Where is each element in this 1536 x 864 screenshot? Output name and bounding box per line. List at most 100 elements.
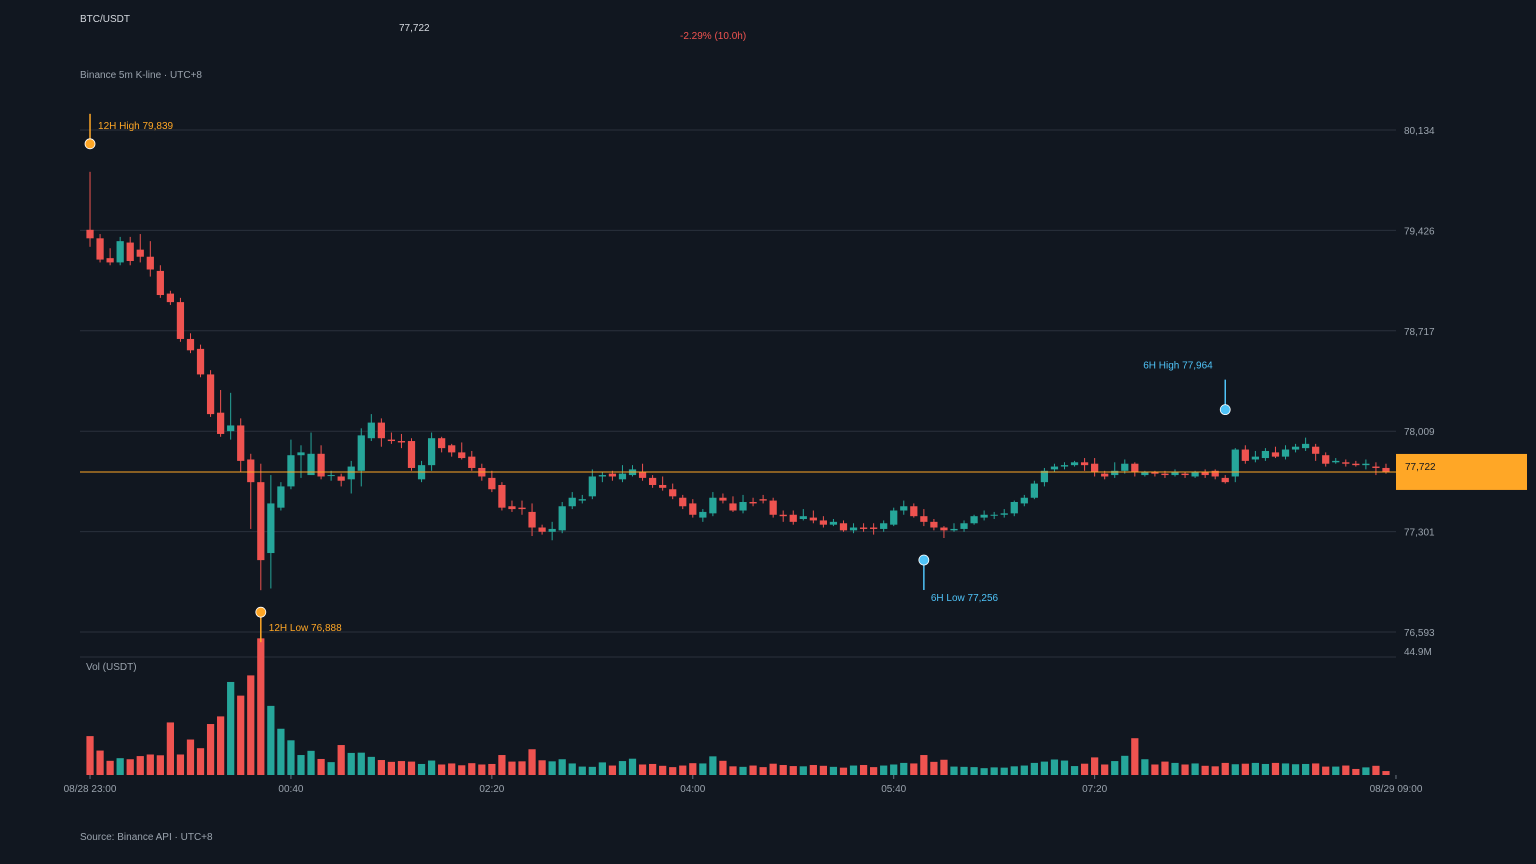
volume-bar bbox=[1080, 763, 1089, 775]
candle-body bbox=[608, 473, 617, 477]
volume-bar bbox=[829, 766, 838, 775]
candle-body bbox=[749, 501, 757, 504]
candle-body bbox=[648, 477, 657, 485]
volume-bar bbox=[1151, 764, 1159, 775]
y-tick-label: 80,134 bbox=[1404, 126, 1435, 137]
volume-bar bbox=[106, 760, 114, 775]
candle-body bbox=[1010, 501, 1018, 514]
candle-body bbox=[1201, 472, 1209, 476]
volume-bar bbox=[809, 765, 817, 775]
y-tick-label: 78,009 bbox=[1404, 427, 1435, 438]
volume-bar bbox=[910, 763, 918, 775]
volume-bar bbox=[327, 762, 335, 775]
candle-body bbox=[578, 499, 586, 501]
candle-body bbox=[588, 476, 596, 497]
volume-bar bbox=[1141, 759, 1149, 775]
candle-body bbox=[1281, 449, 1290, 457]
candle-body bbox=[870, 527, 878, 529]
candle-body bbox=[488, 477, 496, 490]
candle-body bbox=[156, 270, 164, 296]
marker-dot bbox=[84, 138, 96, 150]
volume-bar bbox=[297, 755, 305, 775]
candle-body bbox=[970, 516, 978, 524]
candle-body bbox=[880, 523, 888, 529]
volume-bar bbox=[116, 758, 124, 775]
candle-body bbox=[267, 503, 275, 554]
candle-body bbox=[347, 466, 355, 480]
candle-body bbox=[116, 241, 124, 263]
volume-bar bbox=[759, 767, 767, 775]
volume-bar bbox=[749, 765, 757, 775]
candle-body bbox=[427, 438, 436, 466]
volume-bar bbox=[1121, 755, 1129, 775]
volume-bar bbox=[397, 761, 406, 775]
candle-body bbox=[247, 459, 255, 483]
candle-body bbox=[1070, 462, 1079, 466]
volume-bar bbox=[156, 755, 164, 775]
volume-bar bbox=[377, 760, 385, 775]
y-tick-label: 78,717 bbox=[1404, 327, 1435, 338]
candle-body bbox=[568, 497, 576, 507]
volume-bar bbox=[1251, 762, 1259, 775]
candle-body bbox=[1121, 463, 1129, 471]
volume-bar bbox=[417, 763, 426, 775]
candle-body bbox=[1191, 472, 1199, 477]
volume-bar bbox=[679, 765, 687, 775]
candle-body bbox=[699, 511, 707, 518]
volume-bar bbox=[1030, 762, 1038, 775]
volume-bar bbox=[1070, 766, 1079, 775]
volume-bar bbox=[136, 756, 144, 775]
candle-body bbox=[759, 499, 767, 501]
candle-body bbox=[367, 422, 375, 439]
candle-body bbox=[166, 293, 175, 303]
volume-bar bbox=[247, 675, 255, 775]
x-tick-label: 00:40 bbox=[278, 784, 303, 795]
volume-bar bbox=[166, 722, 175, 775]
candle-body bbox=[799, 516, 807, 520]
volume-bar bbox=[1342, 765, 1350, 775]
marker-dot bbox=[918, 554, 930, 566]
candle-body bbox=[1030, 483, 1038, 498]
candle-body bbox=[829, 521, 838, 525]
candle-body bbox=[1040, 470, 1049, 483]
candle-body bbox=[498, 484, 506, 508]
candle-body bbox=[196, 348, 205, 375]
y-tick-label: 79,426 bbox=[1404, 226, 1435, 237]
volume-bar bbox=[478, 764, 486, 775]
candle-body bbox=[96, 238, 104, 260]
candle-body bbox=[1312, 446, 1320, 454]
candle-body bbox=[980, 514, 988, 518]
volume-bar bbox=[839, 767, 848, 775]
candle-body bbox=[859, 527, 868, 529]
volume-bar bbox=[568, 763, 576, 775]
axis-labels: 80,134 79,426 78,717 78,009 77,301 76,593 Vol … bbox=[64, 126, 1435, 795]
candle-body bbox=[679, 497, 687, 507]
volume-bar bbox=[508, 761, 516, 775]
candle-body bbox=[377, 422, 385, 439]
candle-body bbox=[317, 453, 325, 477]
volume-bar bbox=[277, 728, 285, 775]
x-tick-label: 05:40 bbox=[881, 784, 906, 795]
last-price-tag-label: 77,722 bbox=[1405, 462, 1436, 473]
candles bbox=[86, 171, 1390, 591]
volume-bar bbox=[337, 745, 345, 775]
volume-bars bbox=[86, 638, 1390, 775]
candle-body bbox=[930, 521, 938, 528]
volume-bar bbox=[448, 763, 456, 775]
volume-bar bbox=[267, 705, 275, 775]
volume-bar bbox=[940, 759, 948, 775]
candle-body bbox=[136, 249, 144, 257]
candle-body bbox=[990, 514, 998, 516]
candle-body bbox=[106, 258, 114, 263]
candle-body bbox=[1362, 463, 1370, 466]
candle-body bbox=[659, 484, 667, 488]
x-tick-label: 04:00 bbox=[680, 784, 705, 795]
candle-body bbox=[960, 523, 968, 529]
candle-body bbox=[809, 517, 817, 521]
candle-body bbox=[1382, 467, 1390, 472]
volume-bar bbox=[548, 761, 556, 775]
volume-bar bbox=[237, 695, 245, 775]
candle-body bbox=[910, 506, 918, 517]
volume-bar bbox=[689, 763, 697, 775]
volume-bar bbox=[1281, 763, 1290, 775]
